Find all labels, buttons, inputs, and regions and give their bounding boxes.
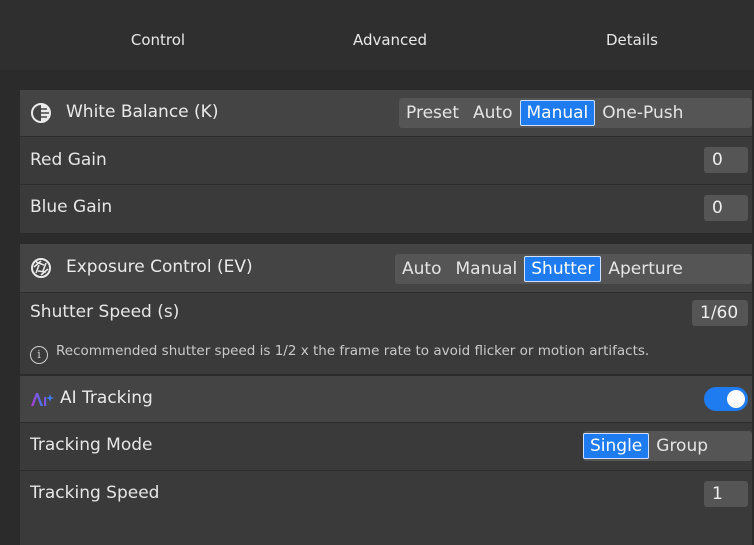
toggle-knob: [727, 390, 745, 408]
tab-advanced[interactable]: Advanced: [290, 0, 490, 70]
white-balance-mode-selector: Preset Auto Manual One-Push: [399, 98, 752, 128]
info-icon: i: [30, 346, 48, 364]
tracking-speed-input[interactable]: 1: [704, 481, 748, 507]
exposure-icon: [31, 258, 51, 278]
ai-tracking-title: AI Tracking: [60, 388, 153, 408]
shutter-note-text: Recommended shutter speed is 1/2 x the f…: [56, 343, 650, 359]
shutter-note-row: i Recommended shutter speed is 1/2 x the …: [20, 333, 752, 374]
tab-bar: Control Advanced Details: [0, 0, 754, 70]
tracking-mode-row: Tracking Mode Single Group: [20, 423, 752, 470]
exposure-mode-auto[interactable]: Auto: [395, 256, 448, 282]
shutter-speed-row: Shutter Speed (s) 1/60: [20, 293, 752, 333]
exposure-mode-aperture[interactable]: Aperture: [601, 256, 689, 282]
tracking-mode-label: Tracking Mode: [30, 435, 153, 455]
ai-tracking-panel: AI Tracking Tracking Mode Single Group T…: [20, 376, 752, 545]
exposure-mode-selector: Auto Manual Shutter Aperture: [395, 254, 752, 284]
white-balance-header: White Balance (K) Preset Auto Manual One…: [20, 90, 752, 136]
red-gain-input[interactable]: 0: [704, 147, 748, 173]
white-balance-icon: [31, 103, 51, 123]
tracking-speed-label: Tracking Speed: [30, 483, 160, 503]
exposure-title: Exposure Control (EV): [66, 257, 253, 277]
white-balance-panel: White Balance (K) Preset Auto Manual One…: [20, 90, 752, 233]
ai-tracking-header: AI Tracking: [20, 376, 752, 422]
shutter-speed-input[interactable]: 1/60: [692, 300, 748, 326]
exposure-panel: Exposure Control (EV) Auto Manual Shutte…: [20, 244, 752, 374]
tracking-speed-row: Tracking Speed 1: [20, 471, 752, 521]
tracking-mode-selector: Single Group: [583, 431, 752, 461]
tracking-mode-group[interactable]: Group: [649, 433, 715, 459]
shutter-speed-label: Shutter Speed (s): [30, 302, 180, 322]
exposure-header: Exposure Control (EV) Auto Manual Shutte…: [20, 244, 752, 292]
white-balance-title: White Balance (K): [66, 102, 219, 122]
tab-control[interactable]: Control: [58, 0, 258, 70]
ai-tracking-toggle[interactable]: [704, 387, 748, 411]
tab-details[interactable]: Details: [532, 0, 732, 70]
wb-mode-preset[interactable]: Preset: [399, 100, 466, 126]
tracking-mode-single[interactable]: Single: [583, 433, 650, 459]
wb-mode-manual[interactable]: Manual: [519, 100, 596, 126]
red-gain-label: Red Gain: [30, 150, 107, 170]
blue-gain-row: Blue Gain 0: [20, 185, 752, 233]
exposure-mode-manual[interactable]: Manual: [448, 256, 524, 282]
blue-gain-input[interactable]: 0: [704, 195, 748, 221]
wb-mode-auto[interactable]: Auto: [466, 100, 519, 126]
ai-icon: [31, 393, 54, 406]
exposure-mode-shutter[interactable]: Shutter: [524, 256, 602, 282]
shutter-note: i Recommended shutter speed is 1/2 x the …: [30, 343, 649, 364]
blue-gain-label: Blue Gain: [30, 197, 113, 217]
wb-mode-one-push[interactable]: One-Push: [595, 100, 690, 126]
red-gain-row: Red Gain 0: [20, 137, 752, 184]
